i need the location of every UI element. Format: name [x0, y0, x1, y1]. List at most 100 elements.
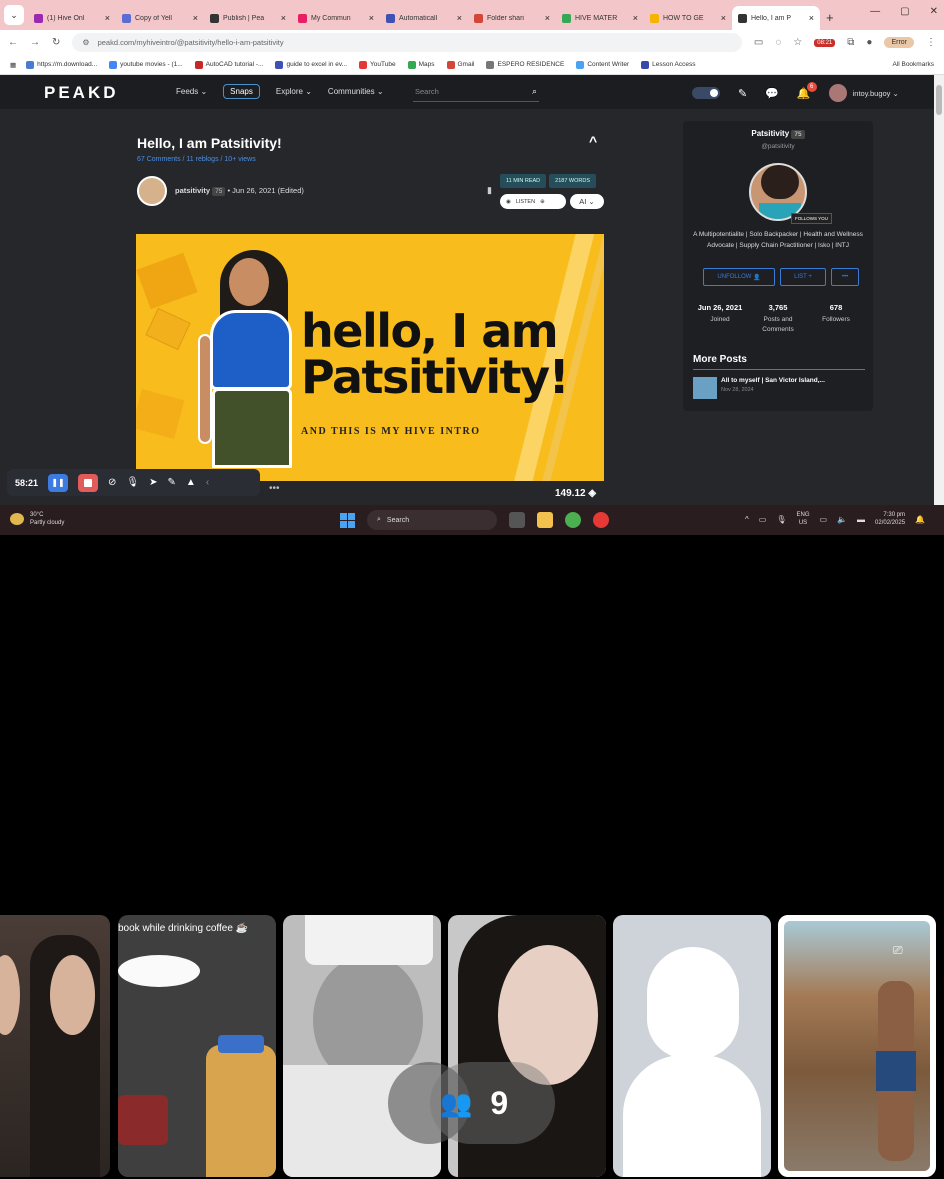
notifications-icon[interactable]: 🔔 [915, 515, 925, 524]
reload-icon[interactable]: ↻ [52, 37, 60, 48]
participant-tile[interactable]: book while drinking coffee ☕ [118, 915, 276, 1177]
volume-icon[interactable]: 🔈 [837, 515, 847, 524]
forward-icon[interactable]: → [30, 37, 40, 48]
payout-value[interactable]: 149.12 ◈ [555, 488, 596, 499]
close-tab-icon[interactable]: × [633, 13, 638, 23]
edit-icon[interactable]: ✎ [738, 87, 747, 100]
browser-tab[interactable]: My Commun × [292, 6, 380, 30]
minimize-icon[interactable]: — [870, 6, 880, 17]
extensions-icon[interactable]: ⧉ [847, 37, 854, 48]
bookmark-item[interactable]: https://m.download... [26, 60, 97, 69]
chat-icon[interactable]: 💬 [765, 87, 779, 100]
stat-followers[interactable]: 678 Followers [807, 303, 865, 335]
user-menu[interactable]: intoy.bugoy ⌄ [828, 84, 899, 102]
list-button[interactable]: LIST + [780, 268, 826, 286]
language-indicator[interactable]: ENG US [796, 511, 809, 527]
browser-tab[interactable]: Automaticall × [380, 6, 468, 30]
profile-name[interactable]: Patsitivity [751, 129, 789, 138]
author-name[interactable]: patsitivity [175, 186, 210, 195]
browser-tab[interactable]: (1) Hive Onl × [28, 6, 116, 30]
battery-icon[interactable]: ▭ [759, 515, 767, 524]
browser-tab[interactable]: HOW TO GE × [644, 6, 732, 30]
bookmark-item[interactable]: Gmail [446, 60, 474, 69]
bookmark-item[interactable]: AutoCAD tutorial -... [194, 60, 263, 69]
close-tab-icon[interactable]: × [809, 13, 814, 23]
menu-icon[interactable]: ⋮ [926, 37, 936, 48]
author-avatar[interactable] [137, 176, 167, 206]
pen-icon[interactable]: ✎ [168, 477, 176, 488]
bookmark-item[interactable]: ESPERO RESIDENCE [486, 60, 564, 69]
ai-button[interactable]: AI ⌄ [570, 194, 604, 209]
file-explorer-icon[interactable] [537, 512, 553, 528]
close-window-icon[interactable]: ✕ [930, 6, 938, 17]
site-info-icon[interactable]: ⚙ [82, 38, 89, 47]
highlighter-icon[interactable]: ▲ [186, 477, 196, 488]
stat-posts[interactable]: 3,765 Posts and Comments [749, 303, 807, 335]
bookmark-item[interactable]: guide to excel in ev... [275, 60, 347, 69]
task-view-icon[interactable] [509, 512, 525, 528]
search-input[interactable]: Search ⌕ [413, 84, 539, 102]
nav-explore[interactable]: Explore ⌄ [276, 87, 312, 96]
microphone-icon[interactable]: 🎙 [126, 477, 139, 488]
scrollbar-thumb[interactable] [936, 85, 942, 115]
taskbar-search[interactable]: ⌕ Search [367, 510, 497, 530]
nav-snaps[interactable]: Snaps [223, 84, 260, 99]
listen-button[interactable]: ◉ LISTEN ⊕ [500, 194, 566, 209]
pointer-icon[interactable]: ➤ [149, 477, 157, 488]
cast-page-icon[interactable]: ▭ [754, 37, 763, 48]
new-tab-button[interactable]: + [826, 10, 834, 25]
browser-tab[interactable]: Publish | Pea × [204, 6, 292, 30]
cast-icon[interactable]: ⎚ [893, 943, 913, 961]
mic-tray-icon[interactable]: 🎙 [776, 515, 786, 524]
tray-chevron-icon[interactable]: ^ [745, 515, 749, 524]
bookmark-item[interactable]: Content Writer [576, 60, 629, 69]
page-scrollbar[interactable] [934, 75, 944, 505]
more-post-item[interactable]: All to myself | San Victor Island,... No… [693, 377, 825, 399]
all-bookmarks[interactable]: All Bookmarks [892, 61, 934, 68]
more-options-icon[interactable]: ••• [269, 483, 280, 494]
weather-widget[interactable]: 30°C Partly cloudy [10, 511, 64, 527]
participant-tile[interactable] [0, 915, 110, 1177]
search-icon[interactable]: ⌕ [532, 86, 537, 97]
extension-badge[interactable]: 08:21 [814, 38, 836, 47]
bookmark-item[interactable]: Lesson Access [641, 60, 695, 69]
url-field[interactable]: ⚙ peakd.com/myhiveintro/@patsitivity/hel… [72, 33, 742, 52]
theme-toggle[interactable] [692, 87, 720, 99]
profile-chip[interactable]: Error [884, 37, 914, 48]
browser-tab[interactable]: Hello, I am P × [732, 6, 820, 30]
browser-tab[interactable]: Folder shari × [468, 6, 556, 30]
close-tab-icon[interactable]: × [545, 13, 550, 23]
tab-search-button[interactable]: ⌄ [4, 5, 24, 25]
maximize-icon[interactable]: ▢ [900, 6, 909, 17]
unfollow-button[interactable]: UNFOLLOW 👤 [703, 268, 775, 286]
close-tab-icon[interactable]: × [105, 13, 110, 23]
close-tab-icon[interactable]: × [721, 13, 726, 23]
bell-icon[interactable]: 🔔 6 [797, 81, 817, 100]
pause-icon[interactable]: ❚❚ [48, 473, 69, 492]
chevron-up-icon[interactable]: ^ [589, 133, 597, 149]
participant-tile[interactable] [613, 915, 771, 1177]
participants-count-button[interactable]: 👥 9 [430, 1062, 555, 1144]
profile-avatar-icon[interactable]: ● [866, 37, 872, 48]
nav-feeds[interactable]: Feeds ⌄ [176, 87, 207, 96]
bookmark-icon[interactable]: ▮ [487, 185, 492, 196]
browser-tab[interactable]: HIVE MATER × [556, 6, 644, 30]
bookmark-item[interactable]: Maps [407, 60, 435, 69]
close-tab-icon[interactable]: × [281, 13, 286, 23]
webcam-off-icon[interactable]: ⊘ [108, 477, 116, 488]
eye-off-icon[interactable]: ◌ [775, 37, 781, 48]
windows-start-icon[interactable] [340, 512, 355, 528]
power-icon[interactable]: ▬ [857, 515, 865, 524]
chrome-profile-icon[interactable] [593, 512, 609, 528]
close-tab-icon[interactable]: × [369, 13, 374, 23]
close-tab-icon[interactable]: × [457, 13, 462, 23]
collapse-toolbar-icon[interactable]: ‹ [206, 477, 209, 488]
display-icon[interactable]: ▭ [820, 515, 828, 524]
back-icon[interactable]: ← [8, 37, 18, 48]
close-tab-icon[interactable]: × [193, 13, 198, 23]
peakd-logo[interactable]: PEAKD [44, 83, 119, 103]
browser-tab[interactable]: Copy of Yell × [116, 6, 204, 30]
post-meta[interactable]: 67 Comments / 11 reblogs / 10+ views [137, 156, 256, 163]
star-icon[interactable]: ☆ [793, 37, 802, 48]
stop-icon[interactable] [78, 473, 99, 492]
